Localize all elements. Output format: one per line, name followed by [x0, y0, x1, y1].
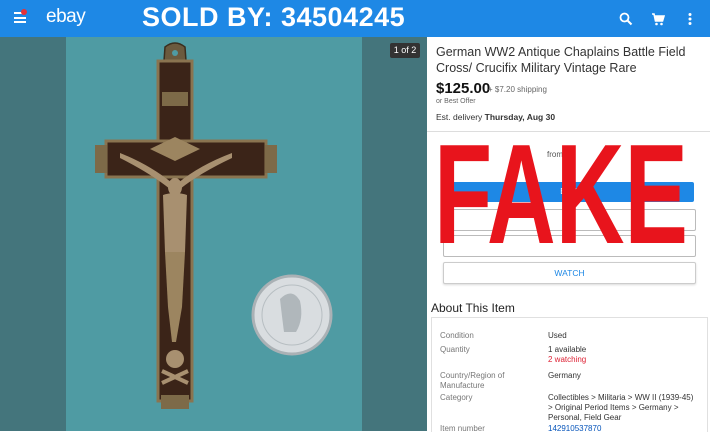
info-label: Condition	[440, 331, 474, 340]
info-label: Item number	[440, 424, 485, 433]
info-label: Category	[440, 393, 473, 402]
listing-title: German WW2 Antique Chaplains Battle Fiel…	[436, 45, 686, 75]
estimated-delivery: Est. delivery Thursday, Aug 30	[436, 112, 555, 122]
price: $125.00	[436, 80, 491, 97]
quantity-available: 1 available	[548, 345, 587, 354]
watch-button[interactable]: WATCH	[443, 262, 696, 284]
product-photo[interactable]	[0, 37, 427, 431]
info-value: 1 available 2 watching	[548, 345, 700, 365]
more-icon[interactable]	[680, 9, 700, 29]
info-value[interactable]: 142910537870	[548, 424, 700, 434]
best-offer-note: or Best Offer	[436, 98, 476, 105]
delivery-prefix: Est. delivery	[436, 112, 483, 122]
info-label: Quantity	[440, 345, 470, 354]
info-value: Germany	[548, 371, 581, 380]
notification-dot	[21, 9, 27, 15]
fake-stamp: FAKE	[434, 133, 688, 248]
item-specifics: Condition Used Quantity 1 available 2 wa…	[431, 317, 708, 434]
image-counter: 1 of 2	[390, 43, 420, 58]
divider	[427, 131, 710, 132]
about-title: About This Item	[431, 301, 515, 315]
header-actions	[616, 9, 700, 29]
watching-count[interactable]: 2 watching	[548, 355, 700, 365]
top-bar: ebay SOLD BY: 34504245	[0, 0, 710, 37]
sold-by-banner: SOLD BY: 34504245	[142, 2, 406, 32]
crucifix-image	[95, 42, 333, 409]
info-label: Country/Region of Manufacture	[440, 371, 505, 390]
fake-text: FAKE	[434, 133, 688, 248]
search-icon[interactable]	[616, 9, 636, 29]
info-value[interactable]: Collectibles > Militaria > WW II (1939-4…	[548, 393, 700, 423]
ebay-logo[interactable]: ebay	[46, 6, 86, 28]
cart-icon[interactable]	[648, 9, 668, 29]
delivery-date: Thursday, Aug 30	[484, 112, 556, 122]
shipping-cost: + $7.20 shipping	[488, 85, 547, 94]
info-value: Used	[548, 331, 567, 340]
